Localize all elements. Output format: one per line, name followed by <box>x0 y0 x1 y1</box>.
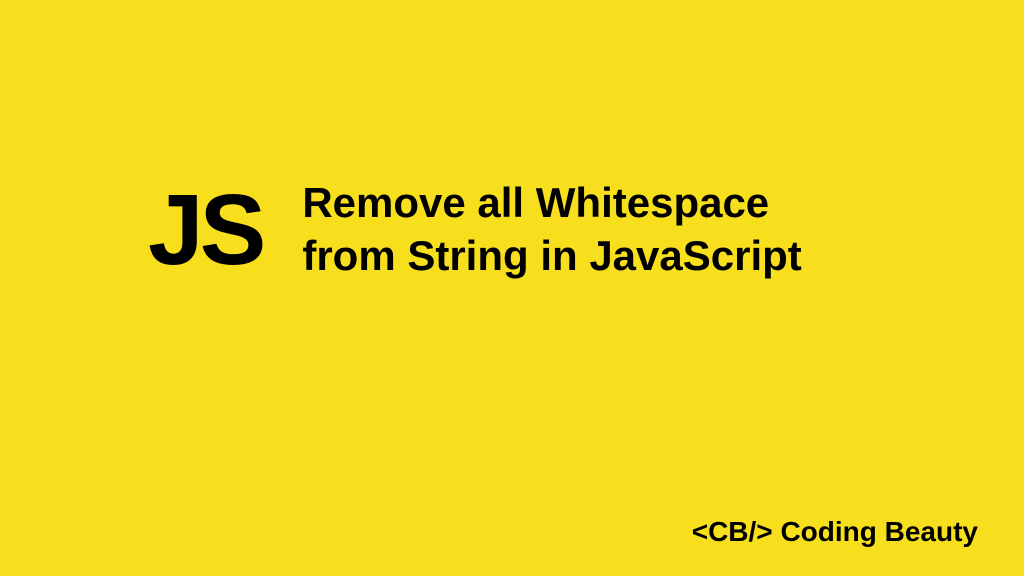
main-content: JS Remove all Whitespace from String in … <box>148 177 802 282</box>
brand-footer: <CB/> Coding Beauty <box>692 516 978 548</box>
js-logo: JS <box>148 180 262 280</box>
title-line-2: from String in JavaScript <box>302 230 801 283</box>
article-title: Remove all Whitespace from String in Jav… <box>302 177 801 282</box>
title-line-1: Remove all Whitespace <box>302 177 801 230</box>
